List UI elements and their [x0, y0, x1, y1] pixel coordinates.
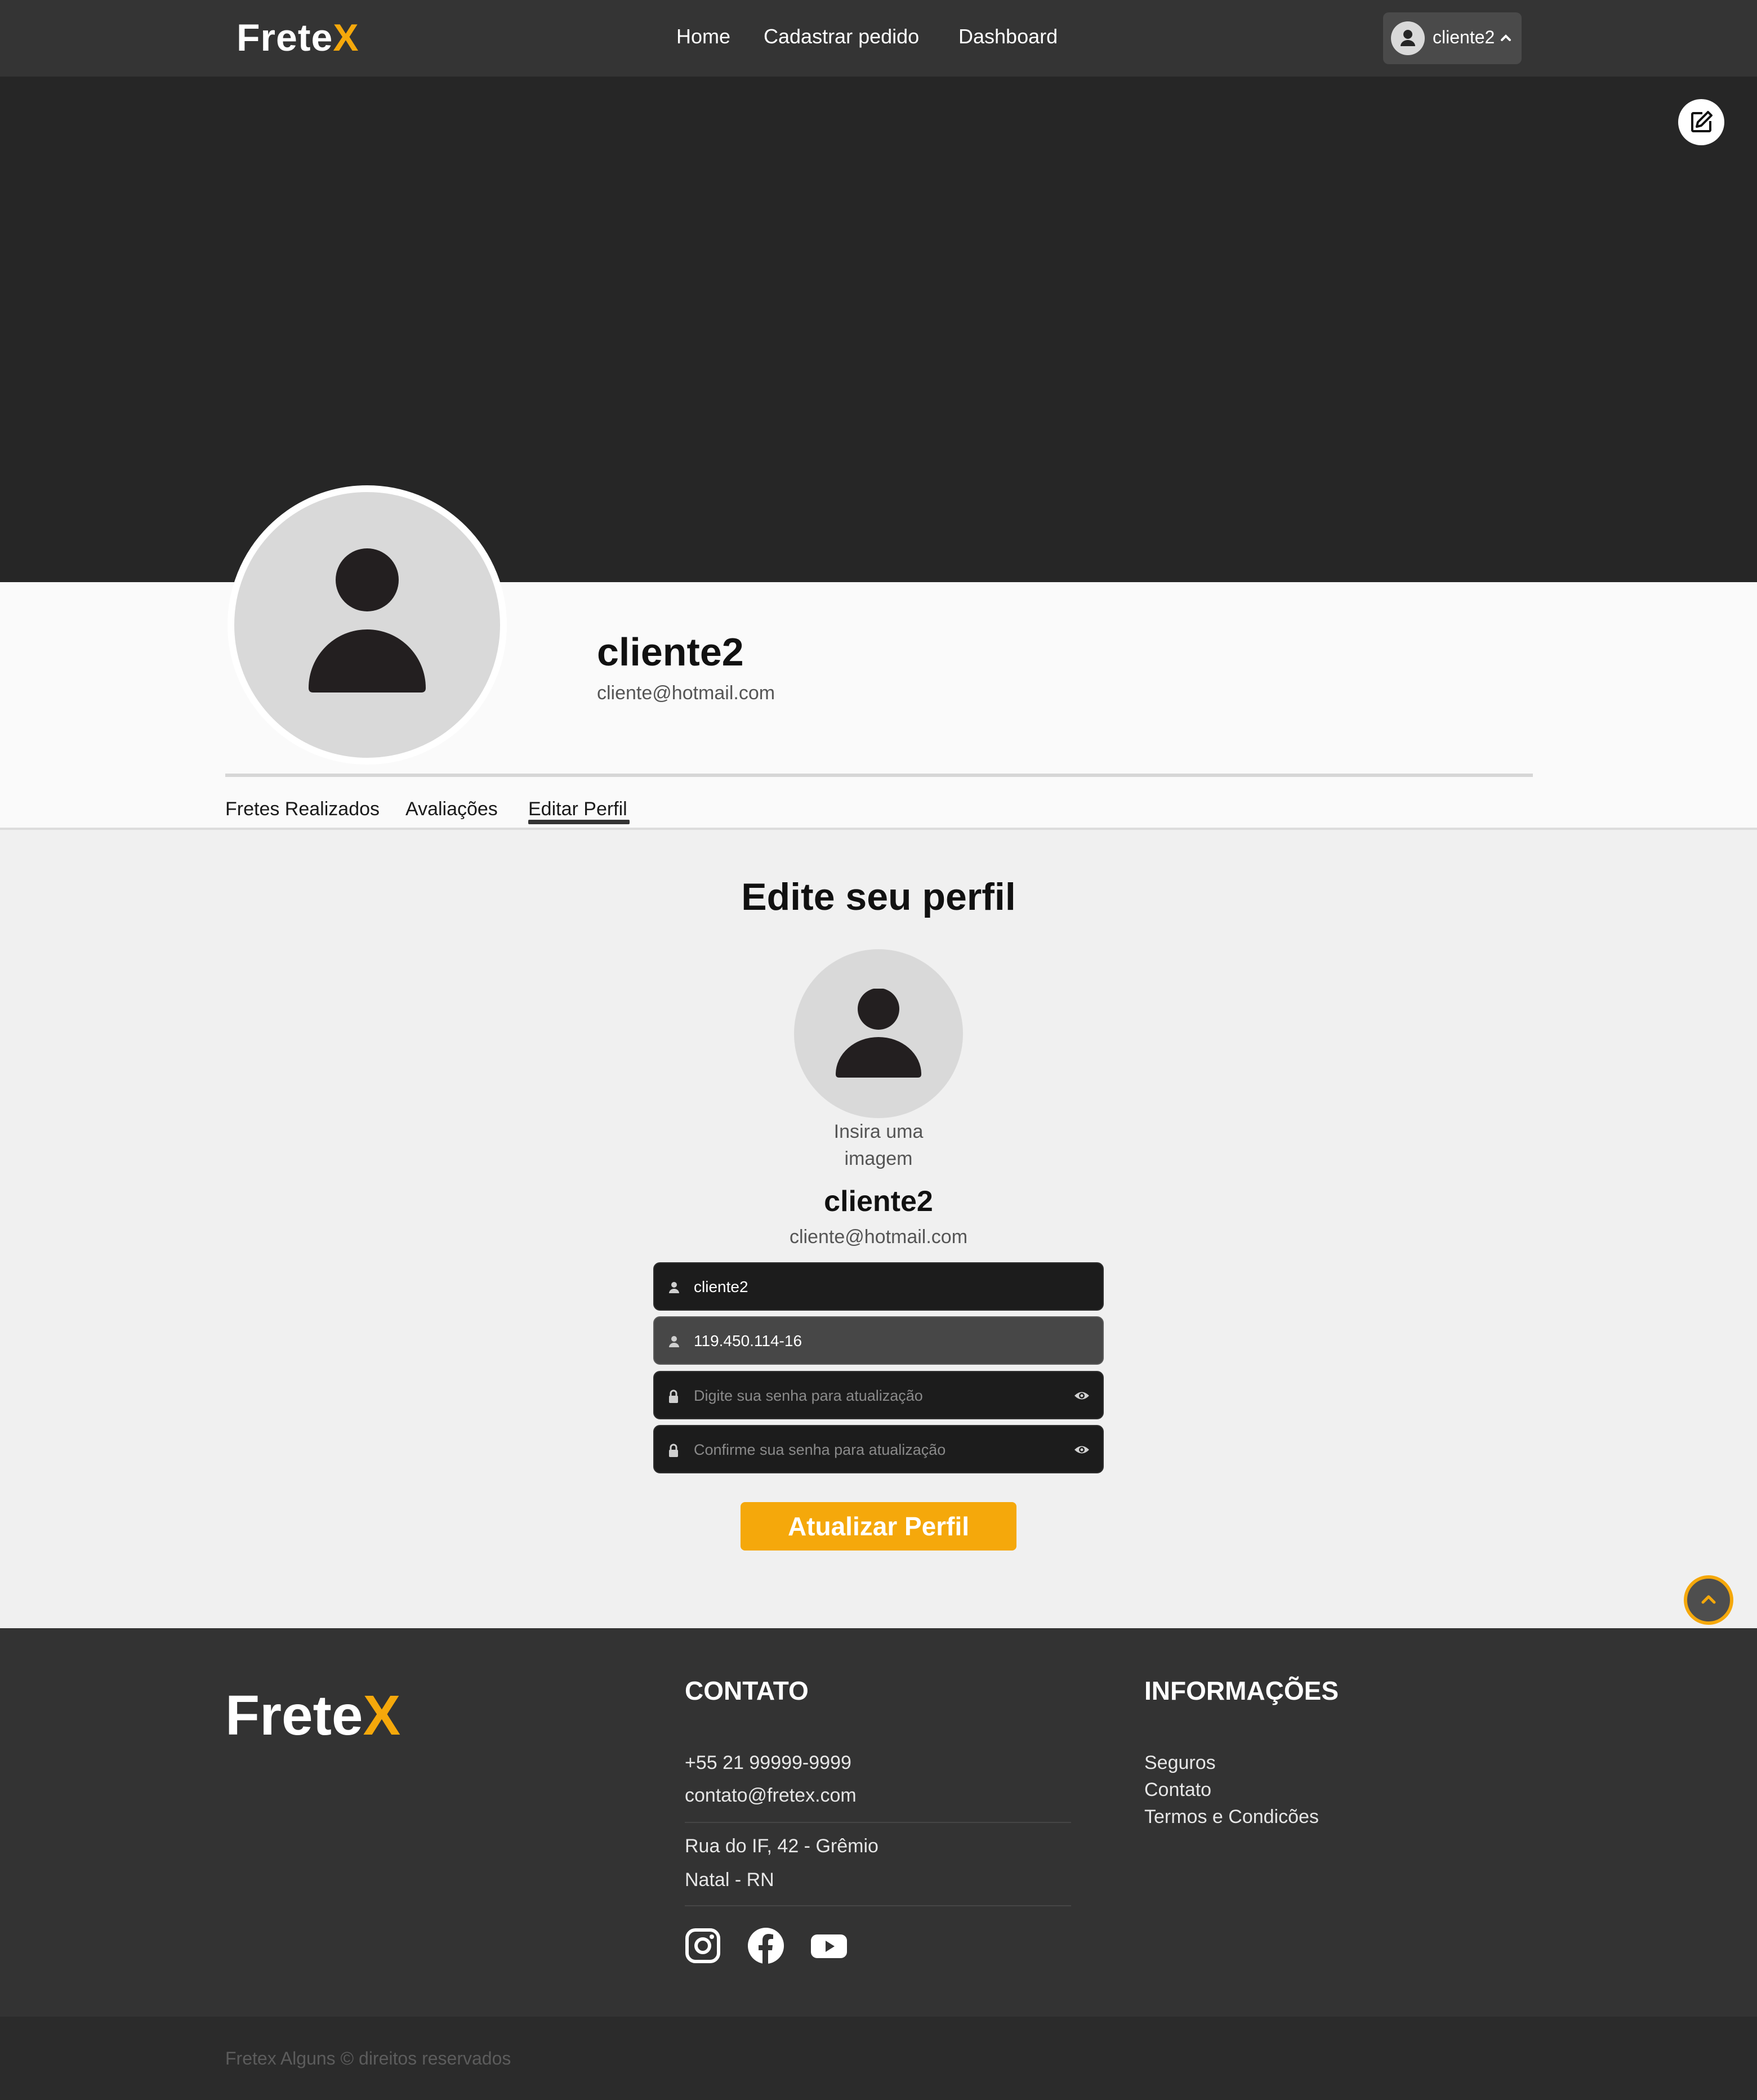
confirm-password-field[interactable]: Confirme sua senha para atualização: [653, 1425, 1104, 1473]
profile-email: cliente@hotmail.com: [597, 682, 775, 704]
update-profile-button[interactable]: Atualizar Perfil: [741, 1502, 1016, 1551]
username-field[interactable]: cliente2: [653, 1262, 1104, 1311]
nav-link-cadastrar-pedido[interactable]: Cadastrar pedido: [764, 25, 919, 48]
footer-link-termos[interactable]: Termos e Condicões: [1144, 1806, 1319, 1828]
profile-avatar[interactable]: [228, 485, 507, 765]
nav-link-home[interactable]: Home: [676, 25, 730, 48]
user-icon: [669, 1282, 679, 1293]
footer-link-contato[interactable]: Contato: [1144, 1779, 1211, 1801]
footer-address-line1: Rua do IF, 42 - Grêmio: [685, 1835, 878, 1857]
copyright-text: Fretex Alguns © direitos reservados: [225, 2048, 511, 2068]
footer-phone: +55 21 99999-9999: [685, 1752, 851, 1773]
instagram-icon[interactable]: [685, 1928, 721, 1964]
insert-image-label[interactable]: Insira uma imagem: [794, 1118, 963, 1172]
eye-icon[interactable]: [1073, 1444, 1090, 1456]
footer-address-line2: Natal - RN: [685, 1869, 774, 1891]
password-field[interactable]: Digite sua senha para atualização: [653, 1371, 1104, 1419]
footer-info-heading: INFORMAÇÕES: [1144, 1676, 1339, 1705]
youtube-icon[interactable]: [811, 1928, 847, 1964]
active-tab-indicator: [528, 820, 630, 824]
lock-icon: [669, 1389, 678, 1403]
nav-link-dashboard[interactable]: Dashboard: [958, 25, 1058, 48]
footer-email[interactable]: contato@fretex.com: [685, 1785, 857, 1807]
edit-cover-button[interactable]: [1678, 99, 1724, 145]
user-menu-button[interactable]: cliente2: [1383, 12, 1522, 64]
footer-divider: [685, 1905, 1071, 1906]
profile-cover-banner: [0, 77, 1757, 582]
username-value: cliente2: [694, 1278, 748, 1295]
form-user-name: cliente2: [824, 1185, 933, 1218]
tab-avaliacoes[interactable]: Avaliações: [405, 798, 498, 820]
user-avatar-icon: [1391, 21, 1425, 55]
user-silhouette-icon: [836, 989, 921, 1078]
user-icon: [669, 1336, 679, 1347]
insert-image-line2: imagem: [844, 1148, 913, 1169]
top-navbar: FreteX Home Cadastrar pedido Dashboard c…: [0, 0, 1757, 77]
document-field: 119.450.114-16: [653, 1316, 1104, 1365]
tabs-divider: [225, 774, 1533, 777]
tab-fretes-realizados[interactable]: Fretes Realizados: [225, 798, 380, 820]
tab-editar-perfil[interactable]: Editar Perfil: [528, 798, 627, 820]
insert-image-line1: Insira uma: [833, 1121, 924, 1142]
document-value: 119.450.114-16: [694, 1332, 802, 1350]
user-silhouette-icon: [309, 548, 426, 692]
eye-icon[interactable]: [1073, 1389, 1090, 1402]
footer-logo[interactable]: FreteX: [225, 1683, 400, 1748]
profile-name: cliente2: [597, 630, 744, 674]
lock-icon: [669, 1444, 678, 1457]
form-user-email: cliente@hotmail.com: [789, 1226, 968, 1248]
confirm-password-placeholder: Confirme sua senha para atualização: [694, 1441, 946, 1458]
password-placeholder: Digite sua senha para atualização: [694, 1387, 923, 1404]
user-menu-name: cliente2: [1433, 27, 1495, 47]
footer-contact-heading: CONTATO: [685, 1676, 809, 1705]
footer-link-seguros[interactable]: Seguros: [1144, 1752, 1216, 1774]
footer-divider: [685, 1822, 1071, 1823]
facebook-icon[interactable]: [748, 1928, 784, 1964]
scroll-to-top-button[interactable]: [1684, 1575, 1733, 1625]
brand-logo[interactable]: FreteX: [237, 16, 359, 60]
edit-icon: [1691, 111, 1713, 132]
avatar-upload[interactable]: [794, 949, 963, 1118]
chevron-up-icon: [1501, 34, 1511, 41]
edit-profile-title: Edite seu perfil: [741, 875, 1016, 918]
chevron-up-icon: [1701, 1595, 1716, 1604]
